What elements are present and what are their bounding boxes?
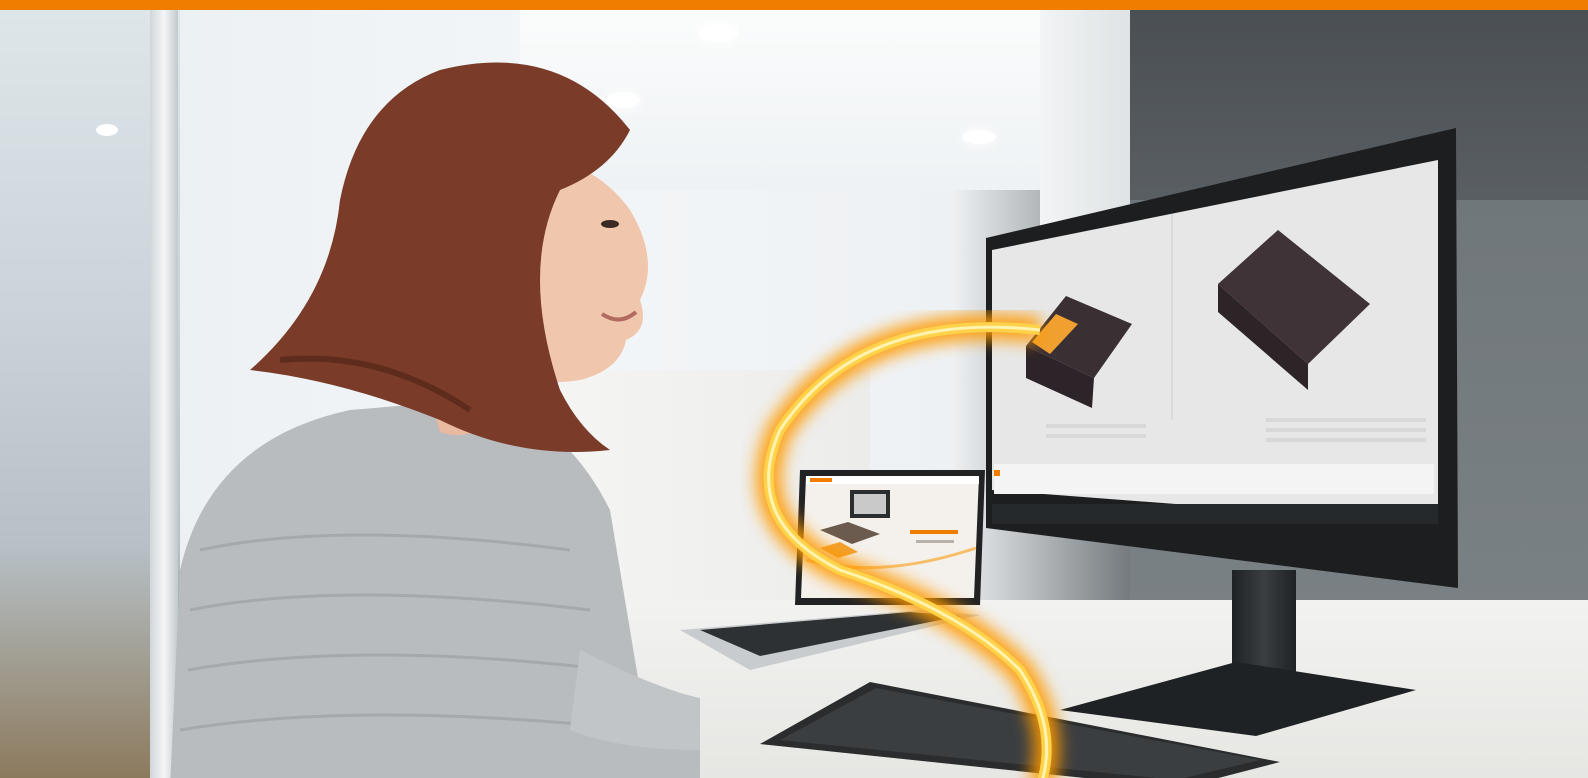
office-scene (0, 10, 1588, 778)
orange-top-strip (0, 0, 1588, 10)
ceiling-light (698, 24, 738, 42)
woman-figure (140, 50, 700, 778)
glow-swirl-icon (740, 310, 1080, 778)
ceiling-light (96, 124, 118, 136)
